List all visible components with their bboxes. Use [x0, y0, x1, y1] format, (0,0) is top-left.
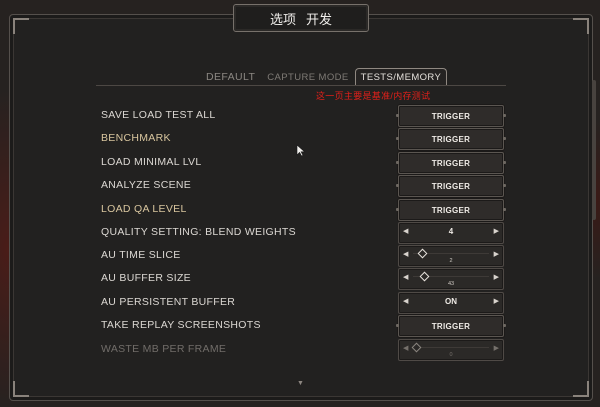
value-slider[interactable]: ◀ 43 ▶: [398, 268, 504, 290]
scroll-down-icon[interactable]: ▼: [297, 380, 304, 387]
setting-label: AU BUFFER SIZE: [101, 272, 191, 284]
tab-default[interactable]: DEFAULT: [200, 71, 261, 85]
panel-corner-ornament: [573, 18, 589, 34]
left-arrow-icon[interactable]: ◀: [403, 344, 408, 352]
right-arrow-icon[interactable]: ▶: [494, 227, 499, 235]
page-note: 这一页主要是基准/内存测试: [316, 91, 431, 101]
trigger-button[interactable]: TRIGGER: [396, 152, 506, 174]
panel-corner-ornament: [13, 18, 29, 34]
tab-divider: [96, 85, 506, 86]
left-arrow-icon[interactable]: ◀: [403, 227, 408, 235]
slider-track: [413, 347, 489, 348]
setting-row-au-persistent-buffer: AU PERSISTENT BUFFER ◀ ON ▶: [101, 292, 511, 314]
setting-label: BENCHMARK: [101, 132, 171, 144]
stepper-value: 4: [448, 227, 454, 236]
tab-capture-mode[interactable]: CAPTURE MODE: [261, 72, 354, 85]
trigger-button[interactable]: TRIGGER: [396, 105, 506, 127]
setting-label: LOAD QA LEVEL: [101, 203, 187, 215]
left-arrow-icon[interactable]: ◀: [403, 297, 408, 305]
setting-row-au-buffer-size: AU BUFFER SIZE ◀ 43 ▶: [101, 268, 511, 290]
setting-row-au-time-slice: AU TIME SLICE ◀ 2 ▶: [101, 245, 511, 267]
slider-value: 43: [447, 281, 455, 287]
setting-label: AU PERSISTENT BUFFER: [101, 296, 236, 308]
slider-thumb[interactable]: [419, 271, 430, 282]
setting-label: AU TIME SLICE: [101, 249, 181, 261]
title-options: 选项: [269, 11, 296, 27]
slider-thumb[interactable]: [411, 342, 422, 353]
trigger-button[interactable]: TRIGGER: [396, 175, 506, 197]
trigger-button[interactable]: TRIGGER: [396, 128, 506, 150]
setting-row-benchmark: BENCHMARK TRIGGER: [101, 128, 511, 150]
title-dev: 开发: [306, 11, 333, 27]
panel-corner-ornament: [13, 381, 29, 397]
setting-label: WASTE MB PER FRAME: [101, 343, 227, 355]
setting-label: LOAD MINIMAL LVL: [101, 156, 202, 168]
setting-row-load-minimal-lvl: LOAD MINIMAL LVL TRIGGER: [101, 152, 511, 174]
setting-row-waste-mb-per-frame: WASTE MB PER FRAME ◀ 0 ▶: [101, 339, 511, 361]
left-arrow-icon[interactable]: ◀: [403, 250, 408, 258]
setting-label: QUALITY SETTING: BLEND WEIGHTS: [101, 226, 296, 238]
setting-row-blend-weights: QUALITY SETTING: BLEND WEIGHTS ◀ 4 ▶: [101, 222, 511, 244]
title-plate: 选项 开发: [233, 4, 369, 32]
value-stepper: ◀ 4 ▶: [398, 222, 504, 244]
setting-row-take-replay-screenshots: TAKE REPLAY SCREENSHOTS TRIGGER: [101, 315, 511, 337]
value-stepper: ◀ ON ▶: [398, 292, 504, 314]
setting-row-load-qa-level: LOAD QA LEVEL TRIGGER: [101, 199, 511, 221]
value-slider[interactable]: ◀ 2 ▶: [398, 245, 504, 267]
right-arrow-icon[interactable]: ▶: [494, 297, 499, 305]
setting-label: TAKE REPLAY SCREENSHOTS: [101, 319, 261, 331]
left-arrow-icon[interactable]: ◀: [403, 273, 408, 281]
value-slider[interactable]: ◀ 0 ▶: [398, 339, 504, 361]
right-arrow-icon[interactable]: ▶: [494, 250, 499, 258]
tab-bar: DEFAULT CAPTURE MODE TESTS/MEMORY: [200, 67, 448, 85]
stepper-value: ON: [445, 297, 457, 306]
trigger-button[interactable]: TRIGGER: [396, 199, 506, 221]
slider-value: 2: [449, 258, 453, 264]
setting-label: SAVE LOAD TEST ALL: [101, 109, 216, 121]
right-arrow-icon[interactable]: ▶: [494, 273, 499, 281]
setting-row-analyze-scene: ANALYZE SCENE TRIGGER: [101, 175, 511, 197]
trigger-button[interactable]: TRIGGER: [396, 315, 506, 337]
slider-thumb[interactable]: [417, 248, 428, 259]
tab-tests-memory[interactable]: TESTS/MEMORY: [354, 68, 448, 85]
mouse-cursor-icon: [296, 144, 306, 157]
scrollbar[interactable]: [592, 80, 596, 220]
right-arrow-icon[interactable]: ▶: [494, 344, 499, 352]
setting-row-save-load-test-all: SAVE LOAD TEST ALL TRIGGER: [101, 105, 511, 127]
setting-label: ANALYZE SCENE: [101, 179, 192, 191]
slider-value: 0: [449, 352, 453, 358]
panel-corner-ornament: [573, 381, 589, 397]
